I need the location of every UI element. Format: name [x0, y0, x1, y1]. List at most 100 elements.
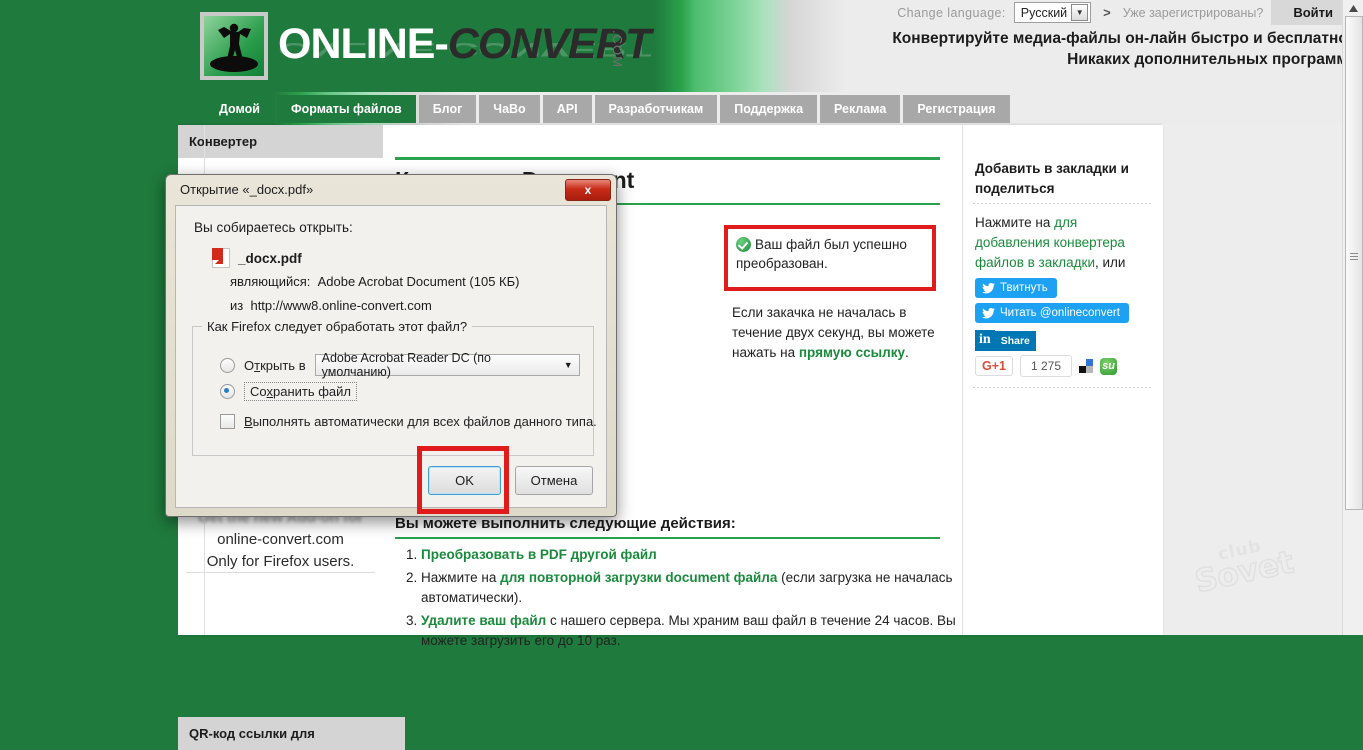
pdf-file-icon	[212, 248, 230, 268]
dialog-file-type-row: являющийся: Adobe Acrobat Document (105 …	[230, 274, 519, 289]
logo-dash: -	[434, 20, 448, 68]
language-select-value: Русский	[1020, 5, 1068, 20]
actions-heading: Вы можете выполнить следующие действия:	[395, 515, 736, 532]
gplus-count: 1 275	[1019, 355, 1073, 377]
follow-button-label: Читать @onlineconvert	[1000, 307, 1120, 319]
delicious-icon[interactable]	[1079, 359, 1094, 373]
bookmark-text-pre: Нажмите на	[975, 215, 1055, 230]
tagline: Конвертируйте медиа-файлы он-лайн быстро…	[892, 28, 1353, 70]
logo-wordmark: ONLINE-CONVERT	[278, 20, 651, 69]
ok-button[interactable]: OK	[428, 466, 501, 495]
tagline-line-1: Конвертируйте медиа-файлы он-лайн быстро…	[892, 30, 1353, 47]
success-column: Ваш файл был успешно преобразован. Если …	[706, 125, 946, 425]
gplus-button[interactable]: G+1	[975, 356, 1013, 376]
dialog-type-label: являющийся:	[230, 274, 311, 289]
save-file-label: Сохранить файл	[244, 382, 357, 401]
main-navigation: Домой Форматы файлов Блог ЧаВо API Разработчи…	[205, 95, 1010, 123]
running-man-logo-icon	[200, 12, 268, 80]
cancel-button[interactable]: Отмена	[515, 466, 593, 495]
addon-line-1: online-convert.com	[217, 531, 344, 548]
dialog-from-label: из	[230, 298, 244, 313]
change-language-label: Change language:	[897, 5, 1006, 20]
dialog-type-value: Adobe Acrobat Document (105 КБ)	[317, 274, 520, 289]
nav-item-8[interactable]: Регистрация	[903, 95, 1010, 123]
actions-rule	[395, 537, 940, 539]
dialog-group-legend: Как Firefox следует обработать этот файл…	[202, 319, 473, 334]
nav-item-5[interactable]: Разработчикам	[594, 95, 718, 123]
dialog-file-name: _docx.pdf	[238, 250, 302, 266]
sidebar-divider	[186, 572, 375, 573]
direct-link[interactable]: прямую ссылку	[799, 345, 905, 360]
success-message-box: Ваш файл был успешно преобразован.	[724, 225, 936, 291]
stumbleupon-icon[interactable]: su	[1100, 357, 1118, 375]
auto-handle-row[interactable]: Выполнять автоматически для всех файлов …	[220, 414, 597, 429]
bookmark-share-header: Добавить в закладки и поделиться	[975, 161, 1129, 196]
action-link-0[interactable]: Преобразовать в PDF другой файл	[421, 547, 657, 562]
application-select[interactable]: Adobe Acrobat Reader DC (по умолчанию) ▼	[314, 351, 580, 379]
dialog-source-row: из http://www8.online-convert.com	[230, 298, 432, 313]
follow-button[interactable]: Читать @onlineconvert	[975, 303, 1129, 323]
scroll-up-arrow-icon[interactable]	[1346, 2, 1360, 14]
logo-com-suffix: .COM	[610, 30, 625, 68]
open-with-radio[interactable]	[220, 357, 235, 373]
open-with-row[interactable]: Открыть в Adobe Acrobat Reader DC (по ум…	[220, 351, 580, 379]
action-link-1[interactable]: для повторной загрузки document файла	[500, 570, 777, 585]
nav-item-2[interactable]: Блог	[418, 95, 477, 123]
chevron-down-icon-app: ▼	[563, 360, 573, 370]
page-scrollbar[interactable]	[1342, 0, 1363, 635]
gplus-row: G+1 1 275 su	[975, 355, 1118, 377]
tagline-line-2: Никаких дополнительных программ!	[1067, 51, 1353, 68]
twitter-bird-icon	[982, 282, 995, 293]
site-logo[interactable]: ONLINE-CONVERT ONLINE-CONVERT .COM	[200, 10, 660, 82]
dialog-lead-text: Вы собираетесь открыть:	[194, 220, 353, 235]
addon-line-2: Only for Firefox users.	[206, 553, 355, 570]
dialog-title: Открытие «_docx.pdf»	[180, 182, 314, 197]
linkedin-icon: in	[975, 330, 995, 351]
download-note-post: .	[904, 345, 909, 360]
right-sidebar-divider-top	[973, 203, 1153, 204]
language-select[interactable]: Русский ▼	[1013, 2, 1092, 23]
right-sidebar-divider-bottom	[973, 387, 1153, 388]
scrollbar-grip-icon	[1350, 253, 1358, 260]
action-link-2[interactable]: Удалите ваш файл	[421, 613, 546, 628]
application-select-value: Adobe Acrobat Reader DC (по умолчанию)	[321, 351, 491, 379]
sidebar-header-qr: QR-код ссылки для	[178, 717, 405, 750]
nav-item-0[interactable]: Домой	[205, 95, 274, 123]
already-registered-label: Уже зарегистрированы?	[1122, 5, 1264, 20]
nav-item-3[interactable]: ЧаВо	[479, 95, 540, 123]
scrollbar-thumb[interactable]	[1345, 16, 1363, 510]
dialog-file-row: _docx.pdf	[212, 248, 302, 268]
close-icon[interactable]: x	[565, 179, 611, 201]
linkedin-share-label: Share	[994, 330, 1036, 351]
nav-item-4[interactable]: API	[542, 95, 592, 123]
auto-handle-checkbox[interactable]	[220, 414, 235, 429]
chevron-down-icon[interactable]: ▼	[1071, 4, 1089, 21]
bookmark-text-post: , или	[1095, 255, 1126, 270]
nav-item-6[interactable]: Поддержка	[720, 95, 818, 123]
linkedin-share-button[interactable]: in Share	[975, 330, 1036, 351]
language-go-button[interactable]: >	[1099, 5, 1115, 20]
download-note: Если закачка не началась в течение двух …	[732, 303, 937, 363]
success-message-text: Ваш файл был успешно преобразован.	[736, 235, 932, 273]
actions-list: Преобразовать в PDF другой файл Нажмите н…	[395, 545, 966, 654]
language-bar: Change language: Русский ▼ > Уже зарегис…	[897, 0, 1355, 25]
open-with-label: Открыть в	[244, 357, 306, 373]
auto-handle-label: Выполнять автоматически для всех файлов …	[244, 414, 597, 429]
right-sidebar: Добавить в закладки и поделиться Нажмите…	[962, 125, 1163, 635]
save-file-radio[interactable]	[220, 384, 235, 399]
action-pre-1: Нажмите на	[421, 570, 501, 585]
twitter-bird-icon-follow	[982, 307, 995, 318]
logo-online: ONLINE	[278, 20, 435, 68]
success-message-label: Ваш файл был успешно преобразован.	[736, 237, 907, 271]
dialog-from-value: http://www8.online-convert.com	[250, 298, 432, 313]
success-check-icon	[736, 237, 751, 252]
action-item-1: Нажмите на для повторной загрузки docume…	[421, 568, 966, 608]
save-file-row[interactable]: Сохранить файл	[220, 382, 357, 401]
dialog-body: Вы собираетесь открыть: _docx.pdf являющ…	[175, 205, 607, 508]
nav-item-1[interactable]: Форматы файлов	[276, 95, 416, 123]
nav-item-7[interactable]: Реклама	[820, 95, 901, 123]
tweet-button-label: Твитнуть	[1000, 282, 1048, 294]
tweet-button[interactable]: Твитнуть	[975, 278, 1057, 298]
sidebar-header-converter: Конвертер	[178, 125, 383, 158]
bookmark-instructions: Нажмите на для добавления конвертера фай…	[975, 213, 1155, 273]
